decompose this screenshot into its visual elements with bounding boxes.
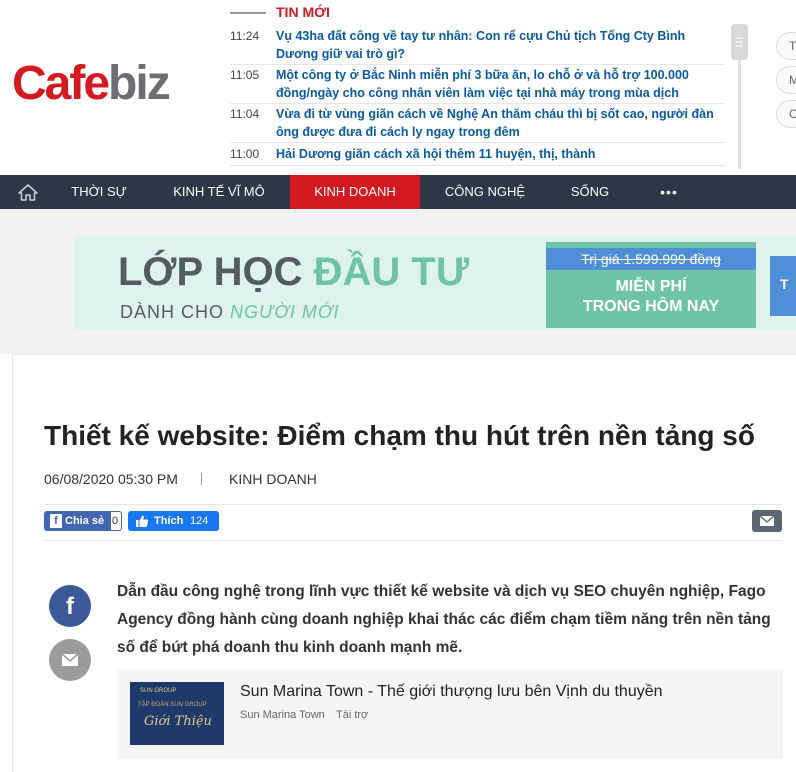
share-count: 0: [112, 515, 119, 527]
news-time: 11:00: [230, 147, 260, 161]
news-label: TIN MỚI: [276, 4, 330, 20]
share-label-box: f Chia sẻ: [45, 512, 111, 530]
news-item[interactable]: 11:04 Vừa đi từ vùng giãn cách về Nghệ A…: [230, 105, 725, 143]
site-header: Cafebiz TIN MỚI 11:24 Vụ 43ha đất công v…: [0, 0, 796, 175]
meta-separator: [201, 473, 202, 485]
home-icon[interactable]: [18, 184, 38, 201]
banner-headline-a: LỚP HỌC: [118, 250, 314, 294]
facebook-share-button[interactable]: f Chia sẻ 0: [44, 511, 122, 531]
sponsored-title-link[interactable]: Sun Marina Town - Thế giới thượng lưu bê…: [240, 683, 663, 701]
like-label: Thích: [154, 515, 184, 527]
banner-price: Trị giá 1.599.999 đồng: [546, 248, 756, 270]
sponsored-label: Tài trợ: [336, 709, 369, 721]
banner-headline: LỚP HỌC ĐẦU TƯ: [118, 250, 469, 295]
sponsored-card[interactable]: SUN GROUP TẬP ĐOÀN SUN GROUP Giới Thiệu …: [117, 669, 783, 759]
nav-item-cong-nghe[interactable]: CÔNG NGHỆ: [434, 175, 536, 209]
thumb-logo: SUN GROUP: [140, 688, 177, 694]
article-title: Thiết kế website: Điểm chạm thu hút trên…: [44, 420, 755, 451]
like-count: 124: [190, 515, 209, 527]
news-item[interactable]: 11:24 Vụ 43ha đất công về tay tư nhân: C…: [230, 27, 725, 65]
share-label: Chia sẻ: [65, 515, 105, 527]
news-time: 11:05: [230, 68, 260, 82]
news-title-link[interactable]: Vụ 43ha đất công về tay tư nhân: Con rể …: [276, 27, 722, 63]
banner-offer-box: Trị giá 1.599.999 đồng MIỄN PHÍ TRONG HÔ…: [546, 242, 756, 328]
divider: [44, 540, 782, 541]
banner-subline-a: DÀNH CHO: [120, 302, 231, 322]
article-top-border: [12, 354, 796, 355]
news-time: 11:24: [230, 29, 260, 43]
sponsored-thumbnail[interactable]: SUN GROUP TẬP ĐOÀN SUN GROUP Giới Thiệu: [130, 682, 224, 745]
side-pill[interactable]: T: [776, 32, 796, 60]
mail-share-circle-icon[interactable]: [49, 639, 91, 681]
banner-subline: DÀNH CHO NGƯỜI MỚI: [120, 302, 340, 323]
divider: [44, 504, 782, 505]
sponsored-source: Sun Marina Town: [240, 709, 325, 721]
nav-item-kinh-te-vi-mo[interactable]: KINH TẾ VĨ MÔ: [160, 175, 278, 209]
thumb-line2: Giới Thiệu: [144, 714, 212, 729]
logo-biz-text: biz: [108, 57, 171, 110]
banner-edge-tab: T: [770, 256, 796, 316]
news-item[interactable]: 11:00 Hải Dương giãn cách xã hội thêm 11…: [230, 145, 725, 166]
article-sapo: Dẫn đầu công nghệ trong lĩnh vực thiết k…: [117, 583, 771, 656]
thumbs-up-icon: [136, 515, 149, 527]
main-nav: THỜI SỰ KINH TẾ VĨ MÔ KINH DOANH CÔNG NG…: [0, 175, 796, 209]
nav-item-song[interactable]: SỐNG: [556, 175, 624, 209]
news-title-link[interactable]: Vừa đi từ vùng giãn cách về Nghệ An thăm…: [276, 105, 722, 141]
news-scrollbar-thumb[interactable]: [731, 24, 748, 60]
nav-more-icon[interactable]: •••: [644, 175, 694, 209]
logo-cafe-text: Cafe: [12, 57, 110, 110]
side-pill[interactable]: M: [776, 66, 796, 94]
news-item[interactable]: 11:05 Một công ty ở Bắc Ninh miễn phí 3 …: [230, 66, 725, 104]
mail-icon: [759, 515, 775, 526]
cafebiz-logo[interactable]: Cafebiz: [12, 58, 202, 110]
banner-headline-b: ĐẦU TƯ: [313, 250, 470, 294]
email-share-button[interactable]: [752, 510, 782, 532]
news-time: 11:04: [230, 107, 260, 121]
ad-banner-lop-hoc-dau-tu[interactable]: LỚP HỌC ĐẦU TƯ DÀNH CHO NGƯỜI MỚI Trị gi…: [74, 236, 796, 330]
news-title-link[interactable]: Một công ty ở Bắc Ninh miễn phí 3 bữa ăn…: [276, 66, 722, 102]
article-date: 06/08/2020 05:30 PM: [44, 471, 178, 487]
nav-item-thoi-su[interactable]: THỜI SỰ: [58, 175, 140, 209]
side-pill[interactable]: C: [776, 100, 796, 128]
thumb-line1: TẬP ĐOÀN SUN GROUP: [138, 702, 207, 708]
news-title-link[interactable]: Hải Dương giãn cách xã hội thêm 11 huyện…: [276, 145, 722, 163]
facebook-like-button[interactable]: Thích 124: [128, 511, 219, 531]
facebook-icon: f: [50, 514, 62, 528]
banner-subline-b: NGƯỜI MỚI: [230, 302, 340, 322]
banner-free-line1: MIỄN PHÍ: [615, 278, 687, 295]
nav-item-kinh-doanh[interactable]: KINH DOANH: [290, 175, 420, 209]
news-label-line: [230, 12, 266, 14]
article-category-link[interactable]: KINH DOANH: [229, 471, 317, 487]
facebook-share-circle-icon[interactable]: f: [49, 585, 91, 627]
banner-free-line2: TRONG HÔM NAY: [582, 298, 720, 315]
